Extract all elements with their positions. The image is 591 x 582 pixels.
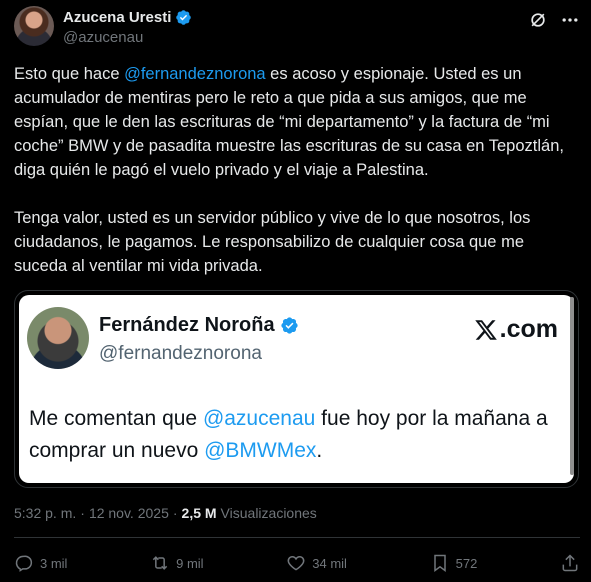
- author-name-row[interactable]: Azucena Uresti: [63, 9, 192, 26]
- reply-button[interactable]: 3 mil: [14, 553, 67, 573]
- quoted-mention-2: @BMWMex: [204, 439, 317, 462]
- quoted-verified-badge-icon: [280, 317, 298, 334]
- x-com-logo: .com: [474, 315, 558, 344]
- quoted-tweet-text: Me comentan que @azucenau fue hoy por la…: [29, 403, 549, 467]
- share-button[interactable]: [560, 553, 580, 573]
- quoted-tweet-screenshot: Fernández Noroña @fernandeznorona .com M…: [19, 295, 574, 483]
- x-logo-icon: [474, 319, 497, 340]
- tweet-header: Azucena Uresti @azucenau: [14, 6, 580, 46]
- image-scrollbar: [570, 297, 574, 475]
- like-count: 34 mil: [312, 555, 347, 571]
- author-avatar[interactable]: [14, 6, 54, 46]
- quoted-author-name: Fernández Noroña: [99, 314, 275, 336]
- reply-icon: [15, 555, 33, 572]
- author-name[interactable]: Azucena Uresti: [63, 9, 171, 26]
- quoted-name-row: Fernández Noroña: [99, 314, 299, 337]
- tweet-meta: 5:32 p. m. · 12 nov. 2025 · 2,5 M Visual…: [14, 505, 317, 521]
- divider: [14, 537, 580, 538]
- tweet-text-start: Esto que hace: [14, 65, 125, 83]
- heart-icon: [287, 555, 305, 571]
- grok-icon[interactable]: [528, 10, 548, 30]
- x-com-text: .com: [499, 315, 558, 343]
- share-icon: [562, 554, 578, 572]
- tweet-text-rest: es acoso y espionaje. Usted es un acumul…: [14, 65, 564, 275]
- repost-button[interactable]: 9 mil: [150, 553, 204, 573]
- repost-icon: [152, 556, 168, 570]
- verified-badge-icon: [176, 10, 192, 25]
- views-label: Visualizaciones: [220, 505, 317, 521]
- quoted-author-handle: @fernandeznorona: [99, 343, 262, 364]
- tweet-date[interactable]: 12 nov. 2025: [89, 505, 169, 521]
- repost-count: 9 mil: [176, 555, 204, 571]
- quoted-author-avatar: [27, 307, 89, 369]
- tweet-body: Esto que hace @fernandeznorona es acoso …: [14, 62, 580, 278]
- bookmark-count: 572: [455, 555, 478, 571]
- like-button[interactable]: 34 mil: [286, 553, 347, 573]
- tweet-mention-link[interactable]: @fernandeznorona: [124, 65, 266, 83]
- bookmark-icon: [433, 554, 446, 572]
- meta-separator: ·: [172, 505, 178, 521]
- action-bar: 3 mil 9 mil 34 mil 572: [14, 551, 580, 575]
- author-handle[interactable]: @azucenau: [63, 29, 143, 46]
- reply-count: 3 mil: [40, 555, 68, 571]
- view-count: 2,5 M: [181, 505, 217, 521]
- quoted-text-3: .: [316, 439, 323, 462]
- bookmark-button[interactable]: 572: [430, 553, 478, 573]
- quoted-mention-1: @azucenau: [202, 407, 316, 430]
- embedded-image-card[interactable]: Fernández Noroña @fernandeznorona .com M…: [14, 290, 579, 488]
- meta-separator: ·: [80, 505, 85, 521]
- tweet-time[interactable]: 5:32 p. m.: [14, 505, 76, 521]
- more-options-icon[interactable]: [560, 10, 580, 30]
- quoted-text-1: Me comentan que: [29, 407, 203, 430]
